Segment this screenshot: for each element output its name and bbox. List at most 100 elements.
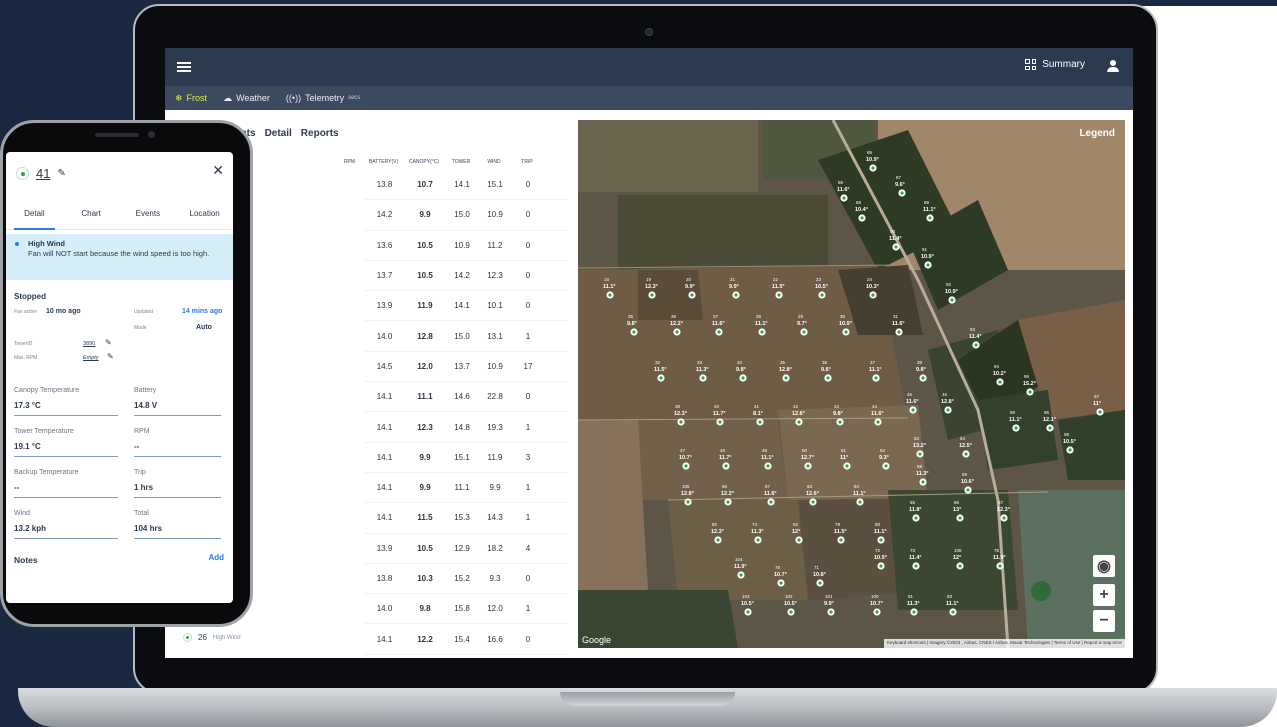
marker-number: 59 [962, 472, 968, 477]
col-tower[interactable]: TOWER [445, 159, 477, 165]
fan-row-label[interactable]: 26 High Wind [183, 633, 241, 642]
fan-marker-dot [874, 376, 878, 380]
fan-marker-dot [789, 610, 793, 614]
marker-number: 105 [682, 484, 690, 489]
tab-chart[interactable]: Chart [63, 202, 120, 229]
edit-icon[interactable]: ✎ [105, 338, 112, 347]
zoom-in-button[interactable]: + [1093, 584, 1115, 606]
tower-id-value[interactable]: 3890 [83, 341, 95, 347]
map-view[interactable]: 85 10.9° 87 9.6° 86 11.6° 88 10.4° 89 11.1° 90 11.4… [578, 120, 1125, 648]
battery-cell: 13.6 [376, 240, 393, 250]
marker-number: 51 [841, 448, 847, 453]
marker-number: 27 [713, 314, 719, 319]
map-attribution[interactable]: Keyboard shortcuts | Imagery ©2023 , Air… [883, 639, 1125, 648]
trip-cell: 17 [523, 361, 533, 371]
tab-reports[interactable]: Reports [301, 128, 339, 139]
marker-number: 100 [871, 594, 879, 599]
table-row[interactable]: 13.7 10.5 14.2 12.3 0 [365, 261, 567, 292]
tab-detail[interactable]: Detail [265, 128, 292, 139]
fan-marker-dot [811, 500, 815, 504]
marker-number: 50 [802, 448, 808, 453]
legend-button[interactable]: Legend [1079, 128, 1115, 139]
wind-cell: 18.2 [487, 543, 503, 553]
menu-icon[interactable] [177, 62, 191, 72]
marker-temperature: 11.3° [751, 529, 764, 535]
table-row[interactable]: 13.6 10.5 10.9 11.2 0 [365, 231, 567, 261]
tower-cell: 14.1 [454, 301, 470, 311]
battery-cell: 13.8 [376, 574, 393, 583]
col-wind[interactable]: WIND [477, 159, 511, 165]
marker-number: 47 [680, 448, 686, 453]
fan-marker-dot [802, 330, 806, 334]
marker-number: 36 [822, 360, 828, 365]
tab-detail[interactable]: Detail [6, 202, 63, 230]
laptop-notch [560, 692, 735, 706]
fan-marker-dot [879, 564, 883, 568]
summary-button[interactable]: Summary [1025, 59, 1085, 70]
fan-marker-dot [726, 500, 730, 504]
table-row[interactable]: 14.1 11.5 15.3 14.3 1 [365, 503, 567, 534]
table-header: RPM BATTERY(V) CANOPY(°C) TOWER WIND TRI… [335, 156, 567, 168]
marker-number: 49 [762, 448, 768, 453]
col-battery[interactable]: BATTERY(V) [364, 159, 403, 165]
wind-cell: 10.9 [487, 210, 503, 220]
col-canopy[interactable]: CANOPY(°C) [403, 159, 445, 165]
fan-marker-dot [845, 464, 849, 468]
marker-temperature: 12.5° [959, 443, 972, 449]
fan-marker-dot [716, 538, 720, 542]
fan-marker-dot [777, 293, 781, 297]
wind-cell: 15.1 [487, 180, 503, 190]
satellite-map[interactable]: 85 10.9° 87 9.6° 86 11.6° 88 10.4° 89 11.1° 90 11.4… [578, 120, 1125, 648]
tab-location[interactable]: Location [176, 202, 233, 229]
table-row[interactable]: 13.8 10.3 15.2 9.3 0 [365, 564, 567, 595]
tab-events[interactable]: Events [120, 202, 177, 229]
marker-temperature: 9.9° [685, 284, 695, 290]
marker-temperature: 11.5° [834, 529, 847, 535]
tab-telemetry[interactable]: ((•)) Telemetry secs [286, 93, 361, 103]
fan-marker-dot [684, 464, 688, 468]
marker-number: 20 [686, 277, 692, 282]
fan-marker-dot [797, 420, 801, 424]
marker-number: 80 [875, 522, 881, 527]
battery-cell: 14.2 [376, 210, 393, 220]
marker-temperature: 11.1° [946, 601, 959, 607]
table-row[interactable]: 14.5 12.0 13.7 10.9 17 [365, 352, 567, 383]
table-row[interactable]: 14.1 9.9 15.1 11.9 3 [365, 443, 567, 473]
table-row[interactable]: 14.0 12.8 15.0 13.1 1 [365, 321, 567, 352]
col-trip[interactable]: TRIP [511, 159, 543, 165]
zoom-out-button[interactable]: − [1093, 610, 1115, 632]
marker-number: 33 [697, 360, 703, 365]
table-row[interactable]: 13.9 10.5 12.9 18.2 4 [365, 534, 567, 564]
user-icon[interactable] [1107, 60, 1119, 73]
tab-frost[interactable]: ❄ Frost [175, 93, 207, 104]
updated-label: Updated [134, 309, 153, 315]
fan-id[interactable]: 41 [36, 166, 50, 181]
edit-icon[interactable]: ✎ [107, 352, 114, 361]
table-row[interactable]: 14.1 12.3 14.8 19.3 1 [365, 412, 567, 443]
marker-temperature: 9.8° [833, 411, 843, 417]
close-icon[interactable]: ✕ [212, 162, 224, 179]
marker-temperature: 11.8° [909, 507, 922, 513]
wind-cell: 19.3 [487, 422, 503, 432]
wind-cell: 16.6 [487, 634, 503, 644]
canopy-cell: 11.5 [417, 513, 433, 523]
locate-icon[interactable]: ◉ [1093, 555, 1115, 577]
add-note-button[interactable]: Add [208, 553, 224, 562]
table-row[interactable]: 14.1 9.9 11.1 9.9 1 [365, 473, 567, 504]
max-rpm-value[interactable]: Empty [83, 355, 99, 361]
table-row[interactable]: 14.1 12.2 15.4 16.6 0 [365, 624, 567, 655]
table-row[interactable]: 14.2 9.9 15.0 10.9 0 [365, 200, 567, 231]
marker-number: 56 [722, 484, 728, 489]
marker-temperature: 11.4° [909, 555, 922, 561]
table-row[interactable]: 14.0 9.8 15.8 12.0 1 [365, 594, 567, 625]
table-row[interactable]: 14.1 11.1 14.6 22.8 0 [365, 382, 567, 413]
table-row[interactable]: 13.8 10.7 14.1 15.1 0 [365, 170, 567, 201]
field-label: Wind [14, 510, 30, 517]
canopy-cell: 10.5 [417, 271, 433, 281]
marker-temperature: 9.6° [895, 182, 905, 188]
edit-icon[interactable]: ✎ [57, 168, 65, 179]
fan-marker-dot [717, 330, 721, 334]
table-row[interactable]: 13.9 11.9 14.1 10.1 0 [365, 291, 567, 322]
col-rpm[interactable]: RPM [335, 159, 364, 165]
tab-weather[interactable]: ☁ Weather [223, 93, 270, 104]
